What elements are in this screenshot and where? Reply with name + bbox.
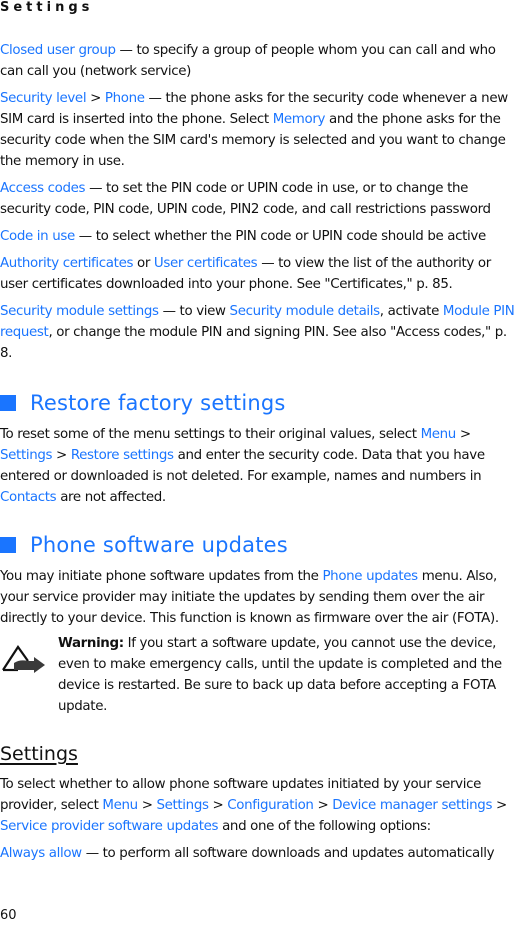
body-text: >: [492, 798, 507, 813]
menu-path-link: Phone: [104, 91, 145, 106]
settings-body: To select whether to allow phone softwar…: [0, 774, 516, 837]
heading-square-icon: [0, 537, 16, 553]
restore-heading: Restore factory settings: [0, 391, 286, 415]
updates-section: You may initiate phone software updates …: [0, 566, 516, 629]
warning-text: If you start a software update, you cann…: [58, 636, 502, 714]
body-text: are not affected.: [56, 490, 166, 505]
restore-body: To reset some of the menu settings to th…: [0, 424, 516, 508]
body-text: — to perform all software downloads and …: [81, 846, 495, 861]
body-text: You may initiate phone software updates …: [0, 569, 323, 584]
restore-section: To reset some of the menu settings to th…: [0, 424, 516, 508]
menu-path-link: Authority certificates: [0, 256, 134, 271]
body-text: >: [86, 91, 105, 106]
body-text: , or change the module PIN and signing P…: [0, 325, 507, 361]
body-text: To reset some of the menu settings to th…: [0, 427, 421, 442]
warning-icon: [2, 645, 45, 673]
option-access-codes: Access codes — to set the PIN code or UP…: [0, 178, 516, 220]
page-number: 60: [0, 908, 17, 923]
body-text: >: [208, 798, 228, 813]
warning-label: Warning:: [58, 636, 124, 651]
menu-path-link: Memory: [272, 112, 326, 127]
menu-path-link: Settings: [156, 798, 209, 813]
menu-path-link: Menu: [102, 798, 138, 813]
option-closed-user-group: Closed user group — to specify a group o…: [0, 40, 516, 82]
body-text: — to view: [158, 304, 230, 319]
settings-subheading: Settings: [0, 743, 78, 765]
body-text: >: [313, 798, 333, 813]
menu-path-link: Code in use: [0, 229, 75, 244]
updates-heading-text: Phone software updates: [30, 533, 288, 557]
option-always-allow: Always allow — to perform all software d…: [0, 843, 516, 864]
body-text: >: [52, 448, 71, 463]
menu-path-link: Security module details: [229, 304, 381, 319]
heading-square-icon: [0, 395, 16, 411]
body-text: — to select whether the PIN code or UPIN…: [74, 229, 486, 244]
body-text: or: [133, 256, 154, 271]
menu-path-link: Security level: [0, 91, 87, 106]
menu-path-link: Restore settings: [70, 448, 174, 463]
menu-path-link: Settings: [0, 448, 53, 463]
menu-path-link: Menu: [420, 427, 457, 442]
menu-path-link: Access codes: [0, 181, 86, 196]
body-text: , activate: [379, 304, 443, 319]
updates-body: You may initiate phone software updates …: [0, 566, 516, 629]
body-text: and one of the following options:: [218, 819, 431, 834]
menu-path-link: Security module settings: [0, 304, 159, 319]
updates-heading: Phone software updates: [0, 533, 288, 557]
option-certificates: Authority certificates or User certifica…: [0, 253, 516, 295]
security-options-list: Closed user group — to specify a group o…: [0, 40, 516, 370]
menu-path-link: Device manager settings: [332, 798, 493, 813]
menu-path-link: User certificates: [153, 256, 258, 271]
body-text: >: [455, 427, 471, 442]
menu-path-link: Always allow: [0, 846, 82, 861]
menu-path-link: Closed user group: [0, 43, 116, 58]
settings-subsection: To select whether to allow phone softwar…: [0, 774, 516, 870]
menu-path-link: Configuration: [227, 798, 314, 813]
option-code-in-use: Code in use — to select whether the PIN …: [0, 226, 516, 247]
running-header: Settings: [0, 0, 94, 15]
body-text: >: [137, 798, 157, 813]
restore-heading-text: Restore factory settings: [30, 391, 286, 415]
menu-path-link: Contacts: [0, 490, 57, 505]
option-security-module: Security module settings — to view Secur…: [0, 301, 516, 364]
option-security-level: Security level > Phone — the phone asks …: [0, 88, 516, 172]
menu-path-link: Service provider software updates: [0, 819, 219, 834]
menu-path-link: Phone updates: [322, 569, 418, 584]
